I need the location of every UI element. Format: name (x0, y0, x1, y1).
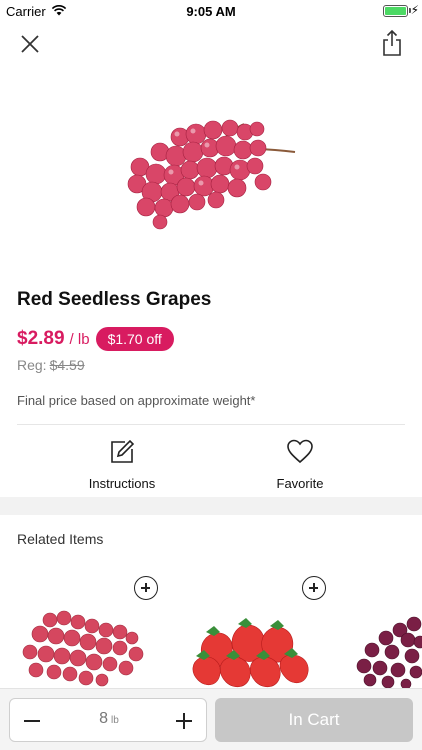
section-separator (0, 497, 422, 515)
increase-quantity-button[interactable] (172, 709, 196, 733)
price-note: Final price based on approximate weight* (17, 393, 256, 408)
product-image (127, 119, 296, 230)
regular-price-row: Reg: $4.59 (17, 357, 85, 373)
product-title: Red Seedless Grapes (17, 289, 212, 310)
related-items-title: Related Items (17, 531, 104, 547)
clock: 9:05 AM (186, 4, 236, 19)
regular-price: $4.59 (49, 357, 85, 373)
quantity-stepper: 8 lb (9, 698, 207, 742)
discount-badge: $1.70 off (95, 327, 174, 351)
sale-price: $2.89 (17, 328, 65, 349)
price-row: $2.89 / lb $1.70 off (17, 326, 174, 352)
charging-icon: ⚡ (410, 3, 419, 17)
red-grapes-image[interactable] (20, 606, 148, 688)
close-icon[interactable] (18, 32, 42, 56)
favorite-label: Favorite (276, 476, 324, 491)
heart-icon (287, 439, 313, 464)
battery-icon (383, 5, 408, 17)
add-related-item-1-button[interactable] (134, 576, 158, 600)
strawberries-image[interactable] (192, 616, 314, 688)
cart-bar: 8 lb In Cart (0, 688, 422, 750)
status-bar: Carrier 9:05 AM ⚡ (0, 0, 422, 22)
quantity-unit: lb (111, 715, 119, 726)
edit-note-icon (111, 439, 135, 463)
price-unit: / lb (69, 330, 90, 348)
divider (17, 424, 405, 425)
add-related-item-2-button[interactable] (302, 576, 326, 600)
quantity-value: 8 (99, 710, 109, 727)
share-icon[interactable] (380, 29, 404, 57)
instructions-button[interactable]: Instructions (57, 438, 187, 491)
regular-price-label: Reg: (17, 357, 47, 373)
instructions-label: Instructions (88, 476, 156, 491)
purple-grapes-image[interactable] (356, 614, 422, 688)
in-cart-button[interactable]: In Cart (215, 698, 413, 742)
favorite-button[interactable]: Favorite (235, 438, 365, 491)
